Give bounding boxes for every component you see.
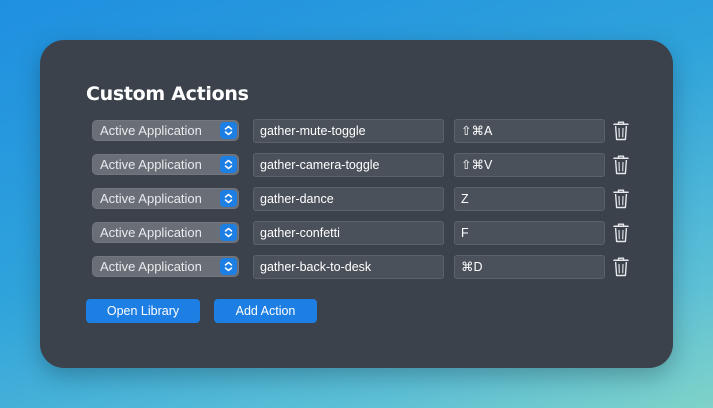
action-row: Active Application gather-camera-toggle … — [92, 153, 652, 177]
action-rows: Active Application gather-mute-toggle ⇧⌘… — [92, 119, 652, 279]
shortcut-field[interactable]: ⇧⌘A — [454, 119, 605, 143]
chevron-up-down-icon — [220, 224, 237, 241]
trash-icon[interactable] — [612, 222, 630, 244]
action-name-field[interactable]: gather-camera-toggle — [253, 153, 444, 177]
target-select[interactable]: Active Application — [92, 188, 239, 209]
target-select[interactable]: Active Application — [92, 154, 239, 175]
add-action-button[interactable]: Add Action — [214, 299, 317, 323]
chevron-up-down-icon — [220, 156, 237, 173]
target-select[interactable]: Active Application — [92, 222, 239, 243]
chevron-up-down-icon — [220, 258, 237, 275]
shortcut-field[interactable]: ⇧⌘V — [454, 153, 605, 177]
action-row: Active Application gather-confetti F — [92, 221, 652, 245]
chevron-up-down-icon — [220, 122, 237, 139]
shortcut-field[interactable]: Z — [454, 187, 605, 211]
action-name-field[interactable]: gather-mute-toggle — [253, 119, 444, 143]
trash-icon[interactable] — [612, 120, 630, 142]
open-library-button[interactable]: Open Library — [86, 299, 200, 323]
trash-icon[interactable] — [612, 256, 630, 278]
target-select[interactable]: Active Application — [92, 120, 239, 141]
action-row: Active Application gather-mute-toggle ⇧⌘… — [92, 119, 652, 143]
action-name-field[interactable]: gather-confetti — [253, 221, 444, 245]
target-select-label: Active Application — [100, 123, 202, 138]
trash-icon[interactable] — [612, 154, 630, 176]
action-name-field[interactable]: gather-back-to-desk — [253, 255, 444, 279]
target-select-label: Active Application — [100, 259, 202, 274]
panel-title: Custom Actions — [86, 83, 249, 105]
action-row: Active Application gather-back-to-desk ⌘… — [92, 255, 652, 279]
action-row: Active Application gather-dance Z — [92, 187, 652, 211]
action-name-field[interactable]: gather-dance — [253, 187, 444, 211]
target-select-label: Active Application — [100, 157, 202, 172]
trash-icon[interactable] — [612, 188, 630, 210]
shortcut-field[interactable]: ⌘D — [454, 255, 605, 279]
target-select[interactable]: Active Application — [92, 256, 239, 277]
target-select-label: Active Application — [100, 225, 202, 240]
target-select-label: Active Application — [100, 191, 202, 206]
shortcut-field[interactable]: F — [454, 221, 605, 245]
chevron-up-down-icon — [220, 190, 237, 207]
